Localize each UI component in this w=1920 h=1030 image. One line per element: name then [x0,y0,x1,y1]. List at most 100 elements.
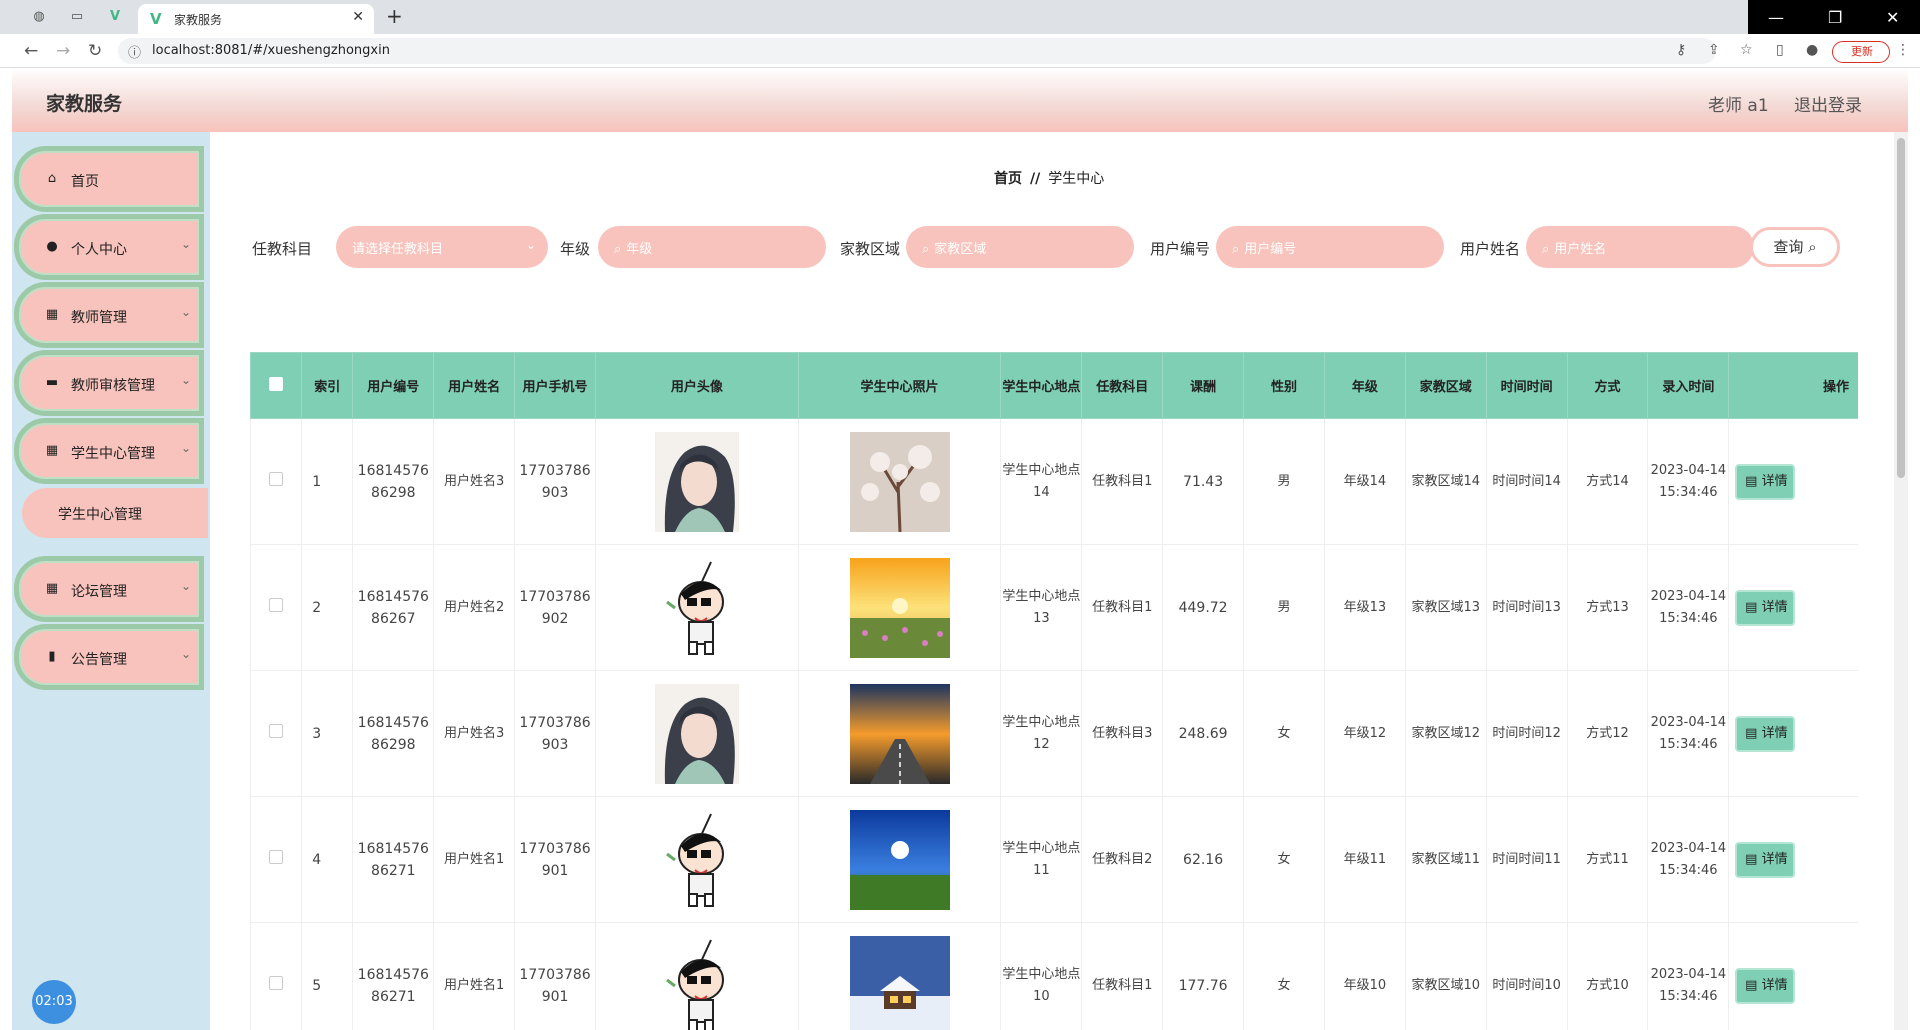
cell-gender: 女 [1243,922,1325,1030]
share-icon[interactable]: ⇪ [1708,42,1720,58]
cell-subject: 任教科目2 [1081,796,1164,923]
star-icon[interactable]: ☆ [1740,42,1753,58]
new-tab-icon[interactable]: + [386,4,403,28]
row-checkbox[interactable] [269,597,284,612]
table-body: 1 1681457686298 用户姓名3 17703786903 学生中心地点14 任教… [250,418,1858,1030]
sidebar-item-teacher-review[interactable]: ▬ 教师审核管理 ⌄ [14,350,204,416]
cell-actions: ▤ 详情 [1728,418,1858,545]
restore-icon[interactable]: ❐ [1828,8,1842,27]
sidebar-item-forum[interactable]: ▦ 论坛管理 ⌄ [14,556,204,622]
row-checkbox-cell [250,670,303,797]
pinned-tab-icon[interactable]: ▭ [66,6,88,28]
sidebar-item-notices[interactable]: ▮ 公告管理 ⌄ [14,624,204,690]
row-checkbox[interactable] [269,849,284,864]
back-icon[interactable]: ← [24,41,38,61]
cell-photo [797,922,1002,1030]
page-scrollbar[interactable] [1894,132,1908,1030]
info-icon[interactable]: ⓘ [128,42,141,61]
area-placeholder: 家教区域 [934,242,987,257]
subject-select[interactable]: 请选择任教科目 ⌄ [336,226,548,268]
logout-link[interactable]: 退出登录 [1794,91,1862,116]
grade-input[interactable]: ⌕ 年级 [598,226,826,268]
breadcrumb-current: 学生中心 [1048,171,1105,187]
cell-actions: ▤ 详情 [1728,796,1858,923]
cell-avatar [595,670,799,797]
sidebar-item-profile[interactable]: ● 个人中心 ⌄ [14,214,204,280]
browser-tab[interactable]: V 家教服务 ✕ [138,4,374,34]
address-bar: ← → ↻ ⓘ localhost:8081/#/xueshengzhongxi… [0,34,1920,68]
uname-input[interactable]: ⌕ 用户姓名 [1526,226,1754,268]
student-center-photo [849,557,950,658]
url-field[interactable]: ⓘ localhost:8081/#/xueshengzhongxin [118,38,1716,64]
sidebar-subitem-student-center[interactable]: 学生中心管理 [22,488,208,538]
cell-index: 5 [301,922,354,1030]
search-icon: ⌕ [1542,242,1550,257]
cell-user-id: 1681457686271 [352,922,435,1030]
profile-icon[interactable]: ● [1806,42,1818,58]
sidebar-item-teachers[interactable]: ▦ 教师管理 ⌄ [14,282,204,348]
vue-logo-icon[interactable]: V [104,6,126,28]
search-icon: ⌕ [614,242,622,257]
url-text: localhost:8081/#/xueshengzhongxin [152,43,390,58]
forward-icon[interactable]: → [56,41,70,61]
chevron-down-icon: ⌄ [180,441,191,455]
menu-icon[interactable]: ⋮ [1896,42,1910,58]
row-checkbox[interactable] [269,975,284,990]
reload-icon[interactable]: ↻ [88,41,102,61]
student-center-photo [849,809,950,910]
user-icon: ● [46,239,58,254]
close-window-icon[interactable]: ✕ [1886,8,1899,27]
detail-button[interactable]: ▤ 详情 [1735,841,1796,878]
cell-location: 学生中心地点11 [1000,796,1083,923]
header: 家教服务 老师 a1 退出登录 [12,68,1908,132]
main-content: 首页 // 学生中心 任教科目 请选择任教科目 ⌄ 年级 ⌕ 年级 家教区域 ⌕ 家教区… [210,132,1908,1030]
detail-label: 详情 [1761,851,1788,867]
cell-mode: 方式13 [1566,544,1649,671]
select-all-checkbox[interactable] [269,376,284,391]
data-table: 索引 用户编号 用户姓名 用户手机号 用户头像 学生中心照片 学生中心地点 任教… [250,352,1858,1030]
sidebar-item-label: 教师审核管理 [71,378,155,394]
grid-icon: ▦ [45,443,59,458]
column-header: 家教区域 [1404,352,1487,419]
cell-phone: 17703786901 [514,922,596,1030]
sidebar-item-label: 个人中心 [71,242,127,258]
globe-icon[interactable]: ◍ [28,6,50,28]
cell-user-name: 用户姓名1 [433,922,516,1030]
cell-user-id: 1681457686298 [352,418,435,545]
grid-icon: ▦ [45,307,59,322]
row-checkbox-cell [250,418,303,545]
minimize-icon[interactable]: — [1768,8,1784,27]
detail-button[interactable]: ▤ 详情 [1735,589,1796,626]
column-header: 用户头像 [595,352,799,419]
tab-title: 家教服务 [174,13,223,27]
document-icon: ▤ [1745,977,1758,993]
update-button[interactable]: 更新 [1832,41,1890,63]
uid-input[interactable]: ⌕ 用户编号 [1216,226,1444,268]
sidebar-item-student-center[interactable]: ▦ 学生中心管理 ⌄ [14,418,204,484]
row-checkbox[interactable] [269,471,284,486]
cell-gender: 男 [1243,418,1325,545]
cell-photo [797,796,1002,923]
detail-button[interactable]: ▤ 详情 [1735,715,1796,752]
search-button[interactable]: 查询 ⌕ [1750,227,1840,267]
cell-user-id: 1681457686271 [352,796,435,923]
vue-logo-icon: V [150,10,162,28]
column-header: 用户编号 [352,352,435,419]
cell-area: 家教区域12 [1404,670,1487,797]
sidebar-item-home[interactable]: ⌂ 首页 [14,146,204,212]
breadcrumb-home[interactable]: 首页 [994,171,1022,187]
area-input[interactable]: ⌕ 家教区域 [906,226,1134,268]
document-icon: ▤ [1745,851,1758,867]
close-icon[interactable]: ✕ [352,9,364,25]
key-icon[interactable]: ⚷ [1676,42,1686,58]
sidebar-item-label: 教师管理 [71,310,127,326]
detail-button[interactable]: ▤ 详情 [1735,463,1796,500]
sidebar-item-label: 公告管理 [71,652,127,668]
cell-grade: 年级13 [1323,544,1406,671]
row-checkbox[interactable] [269,723,284,738]
scrollbar-thumb[interactable] [1897,138,1905,478]
cell-gender: 男 [1243,544,1325,671]
browser-tab-strip: ◍ ▭ V V 家教服务 ✕ + [0,0,1920,34]
sidepanel-icon[interactable]: ▯ [1776,42,1784,58]
detail-button[interactable]: ▤ 详情 [1735,967,1796,1004]
